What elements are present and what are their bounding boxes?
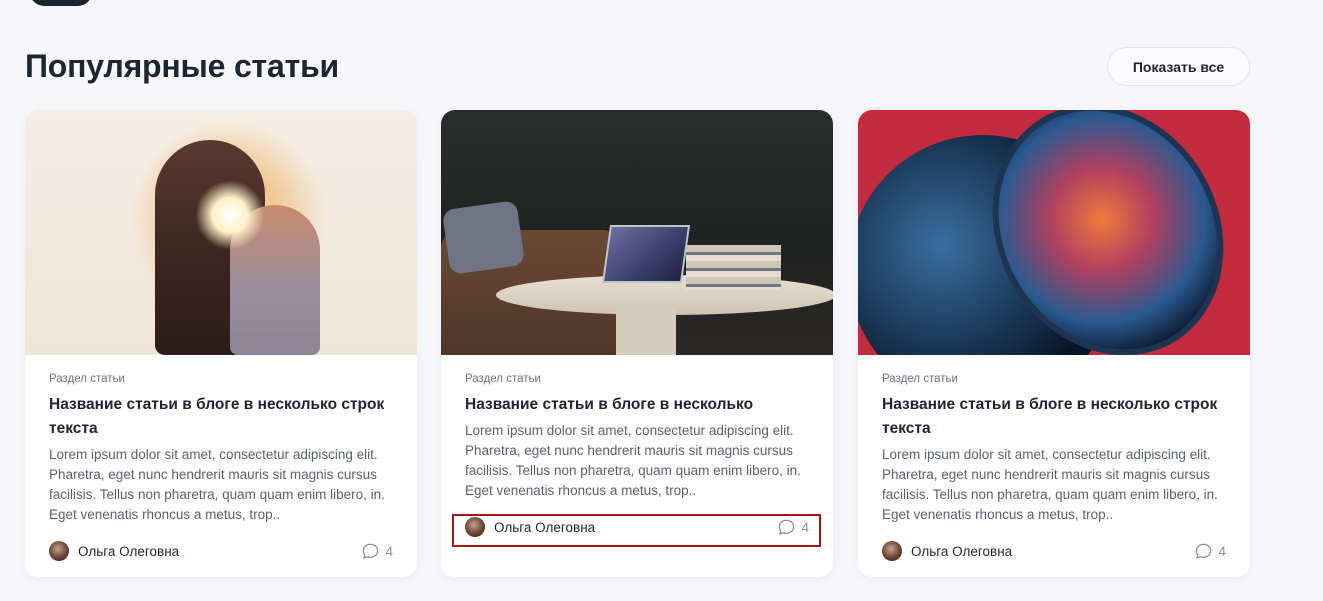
comments-count-link[interactable]: 4 [361, 542, 393, 561]
article-card[interactable]: Раздел статьи Название статьи в блоге в … [441, 110, 833, 577]
author-avatar[interactable] [465, 517, 485, 537]
comments-count: 4 [1218, 543, 1226, 559]
article-category[interactable]: Раздел статьи [49, 373, 393, 385]
article-category[interactable]: Раздел статьи [465, 373, 809, 385]
comments-count-link[interactable]: 4 [1194, 542, 1226, 561]
comments-count: 4 [385, 543, 393, 559]
article-title[interactable]: Название статьи в блоге в несколько стро… [49, 393, 393, 441]
comment-bubble-icon [363, 543, 379, 559]
show-all-button[interactable]: Показать все [1107, 47, 1250, 86]
article-image[interactable] [25, 110, 417, 355]
author-name[interactable]: Ольга Олеговна [78, 544, 179, 559]
comment-bubble-icon [779, 519, 795, 535]
article-image[interactable] [858, 110, 1250, 355]
article-meta: Ольга Олеговна 4 [49, 539, 393, 563]
comments-count-link[interactable]: 4 [777, 518, 809, 537]
article-title[interactable]: Название статьи в блоге в несколько [465, 393, 809, 417]
article-title[interactable]: Название статьи в блоге в несколько стро… [882, 393, 1226, 441]
article-excerpt: Lorem ipsum dolor sit amet, consectetur … [882, 447, 1218, 522]
article-card[interactable]: Раздел статьи Название статьи в блоге в … [25, 110, 417, 577]
article-card[interactable]: Раздел статьи Название статьи в блоге в … [858, 110, 1250, 577]
author-avatar[interactable] [882, 541, 902, 561]
top-nav-pill[interactable] [30, 0, 92, 6]
article-meta: Ольга Олеговна 4 [882, 539, 1226, 563]
section-title: Популярные статьи [25, 48, 340, 84]
comments-count: 4 [801, 519, 809, 535]
author-avatar[interactable] [49, 541, 69, 561]
article-meta: Ольга Олеговна 4 [465, 515, 809, 539]
article-image[interactable] [441, 110, 833, 355]
article-category[interactable]: Раздел статьи [882, 373, 1226, 385]
article-excerpt: Lorem ipsum dolor sit amet, consectetur … [465, 423, 801, 498]
author-name[interactable]: Ольга Олеговна [911, 544, 1012, 559]
article-excerpt: Lorem ipsum dolor sit amet, consectetur … [49, 447, 385, 522]
author-name[interactable]: Ольга Олеговна [494, 520, 595, 535]
comment-bubble-icon [1196, 543, 1212, 559]
